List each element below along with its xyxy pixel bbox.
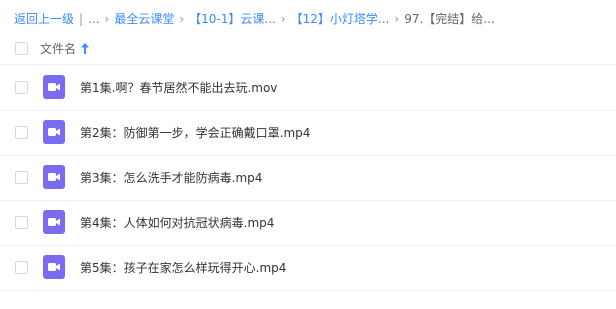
- row-checkbox[interactable]: [15, 81, 28, 94]
- file-name[interactable]: 第3集：怎么洗手才能防病毒.mp4: [80, 169, 262, 186]
- file-row[interactable]: 第1集.啊？春节居然不能出去玩.mov: [0, 65, 616, 111]
- file-name[interactable]: 第1集.啊？春节居然不能出去玩.mov: [80, 79, 277, 96]
- file-row[interactable]: 第2集：防御第一步，学会正确戴口罩.mp4: [0, 110, 616, 156]
- row-checkbox[interactable]: [15, 171, 28, 184]
- sort-by-name-button[interactable]: 文件名: [40, 40, 90, 57]
- file-row[interactable]: 第3集：怎么洗手才能防病毒.mp4: [0, 155, 616, 201]
- breadcrumb-item-1[interactable]: 最全云课堂: [114, 10, 174, 28]
- breadcrumb-ellipsis[interactable]: ...: [88, 10, 99, 28]
- breadcrumb-divider: |: [79, 12, 84, 26]
- breadcrumb-item-2[interactable]: 【10-1】云课...: [189, 10, 276, 28]
- breadcrumb-separator: ›: [179, 12, 185, 26]
- video-file-icon: [43, 255, 65, 279]
- column-header-name: 文件名: [40, 42, 77, 56]
- file-row[interactable]: 第4集：人体如何对抗冠状病毒.mp4: [0, 200, 616, 246]
- back-link[interactable]: 返回上一级: [14, 10, 74, 28]
- file-name[interactable]: 第4集：人体如何对抗冠状病毒.mp4: [80, 214, 274, 231]
- select-all-checkbox[interactable]: [15, 42, 28, 55]
- row-checkbox[interactable]: [15, 261, 28, 274]
- file-list-header: 文件名: [0, 34, 616, 65]
- video-file-icon: [43, 165, 65, 189]
- breadcrumb-separator: ›: [394, 12, 400, 26]
- breadcrumb: 返回上一级 | ... › 最全云课堂 › 【10-1】云课... › 【12】…: [14, 10, 495, 28]
- breadcrumb-item-3[interactable]: 【12】小灯塔学...: [291, 10, 390, 28]
- breadcrumb-separator: ›: [104, 12, 110, 26]
- file-name[interactable]: 第5集：孩子在家怎么样玩得开心.mp4: [80, 259, 286, 276]
- video-file-icon: [43, 210, 65, 234]
- breadcrumb-separator: ›: [280, 12, 286, 26]
- arrow-up-icon: [81, 43, 90, 54]
- video-file-icon: [43, 120, 65, 144]
- file-name[interactable]: 第2集：防御第一步，学会正确戴口罩.mp4: [80, 124, 310, 141]
- video-file-icon: [43, 75, 65, 99]
- file-row[interactable]: 第5集：孩子在家怎么样玩得开心.mp4: [0, 245, 616, 291]
- row-checkbox[interactable]: [15, 216, 28, 229]
- row-checkbox[interactable]: [15, 126, 28, 139]
- breadcrumb-current: 97.【完结】给...: [404, 12, 495, 26]
